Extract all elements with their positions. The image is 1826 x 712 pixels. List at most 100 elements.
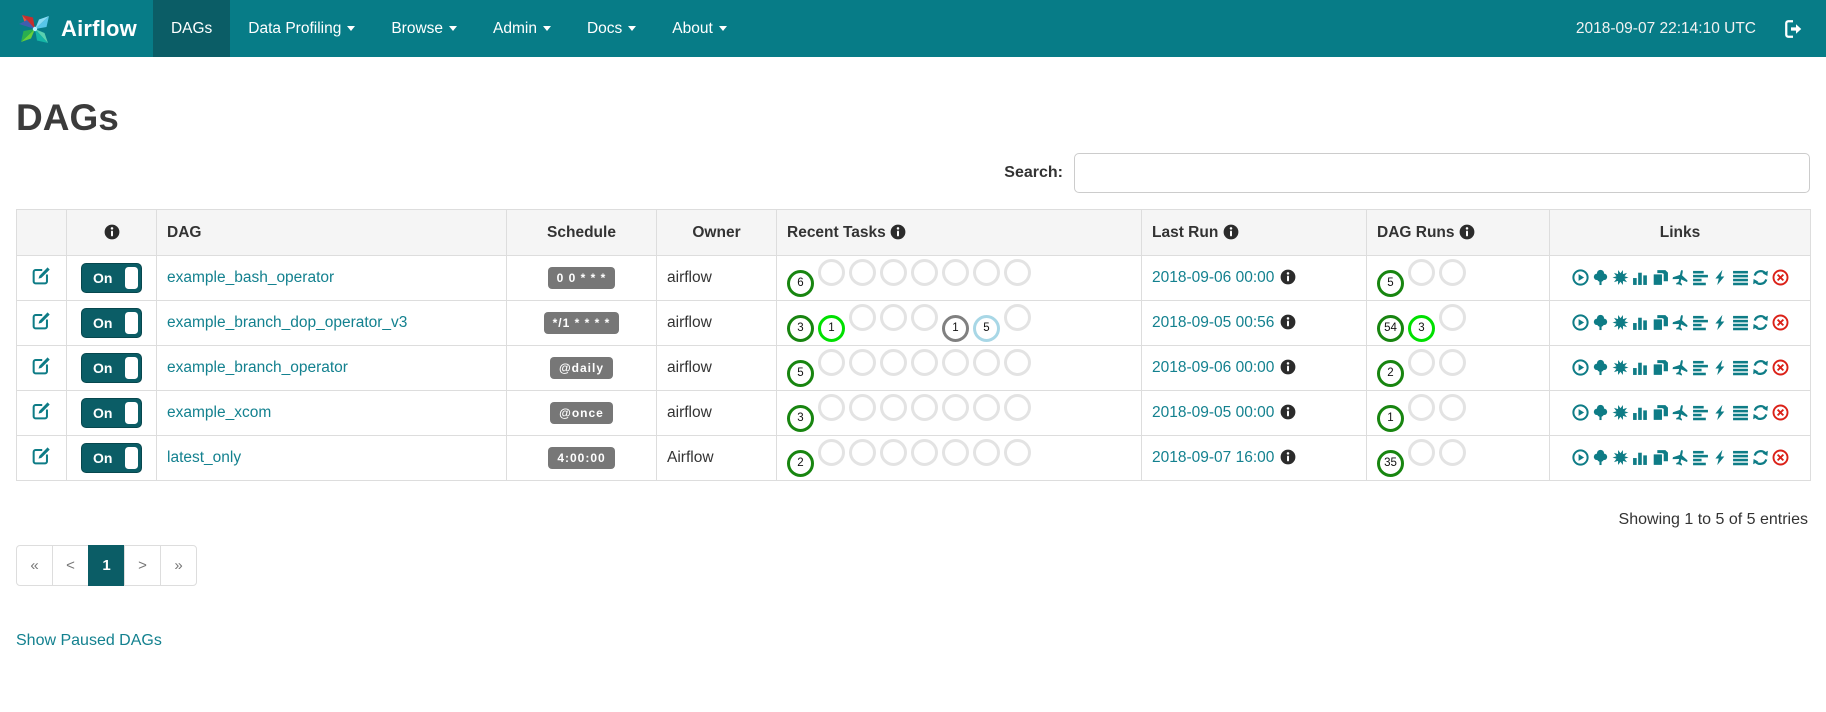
- task-state-circle[interactable]: [880, 259, 907, 287]
- search-input[interactable]: [1074, 153, 1810, 193]
- task-tries-icon[interactable]: [1652, 449, 1669, 466]
- task-state-circle[interactable]: [880, 439, 907, 467]
- graph-view-icon[interactable]: [1612, 449, 1629, 466]
- task-state-circle[interactable]: [1004, 259, 1031, 287]
- pagination-first[interactable]: «: [16, 545, 53, 586]
- dag-name-link[interactable]: example_bash_operator: [167, 269, 334, 286]
- task-tries-icon[interactable]: [1652, 359, 1669, 376]
- task-state-circle[interactable]: [911, 259, 938, 287]
- task-state-circle[interactable]: [911, 349, 938, 377]
- pagination-last[interactable]: »: [160, 545, 197, 586]
- dag-name-link[interactable]: example_xcom: [167, 404, 271, 421]
- graph-view-icon[interactable]: [1612, 269, 1629, 286]
- landing-times-icon[interactable]: [1672, 359, 1689, 376]
- landing-times-icon[interactable]: [1672, 449, 1689, 466]
- last-run-link[interactable]: 2018-09-05 00:00: [1152, 404, 1274, 421]
- task-state-circle[interactable]: [1004, 439, 1031, 467]
- dag-details-icon[interactable]: [1732, 449, 1749, 466]
- task-state-circle[interactable]: 1: [1377, 404, 1404, 432]
- task-state-circle[interactable]: [1439, 259, 1466, 287]
- info-icon[interactable]: [1280, 269, 1296, 285]
- delete-dag-icon[interactable]: [1772, 404, 1789, 421]
- task-state-circle[interactable]: [973, 349, 1000, 377]
- task-state-circle[interactable]: 2: [787, 449, 814, 477]
- task-state-circle[interactable]: [880, 394, 907, 422]
- delete-dag-icon[interactable]: [1772, 449, 1789, 466]
- dag-details-icon[interactable]: [1732, 359, 1749, 376]
- gantt-view-icon[interactable]: [1692, 449, 1709, 466]
- schedule-badge[interactable]: */1 * * * *: [543, 312, 620, 334]
- delete-dag-icon[interactable]: [1772, 314, 1789, 331]
- refresh-icon[interactable]: [1752, 404, 1769, 421]
- info-icon[interactable]: [1459, 224, 1475, 240]
- last-run-link[interactable]: 2018-09-07 16:00: [1152, 449, 1274, 466]
- gantt-view-icon[interactable]: [1692, 314, 1709, 331]
- task-state-circle[interactable]: [880, 304, 907, 332]
- task-state-circle[interactable]: [1408, 439, 1435, 467]
- trigger-dag-icon[interactable]: [1572, 314, 1589, 331]
- pagination-prev[interactable]: <: [52, 545, 89, 586]
- delete-dag-icon[interactable]: [1772, 269, 1789, 286]
- task-state-circle[interactable]: [911, 304, 938, 332]
- task-state-circle[interactable]: [1004, 304, 1031, 332]
- task-tries-icon[interactable]: [1652, 404, 1669, 421]
- code-view-icon[interactable]: [1712, 359, 1729, 376]
- refresh-icon[interactable]: [1752, 314, 1769, 331]
- tree-view-icon[interactable]: [1592, 404, 1609, 421]
- tree-view-icon[interactable]: [1592, 314, 1609, 331]
- dag-on-off-toggle[interactable]: On: [81, 398, 142, 428]
- gantt-view-icon[interactable]: [1692, 269, 1709, 286]
- edit-dag-icon[interactable]: [32, 266, 51, 285]
- task-state-circle[interactable]: [1408, 394, 1435, 422]
- task-state-circle[interactable]: [911, 394, 938, 422]
- task-state-circle[interactable]: [849, 304, 876, 332]
- task-state-circle[interactable]: 1: [942, 314, 969, 342]
- code-view-icon[interactable]: [1712, 314, 1729, 331]
- show-paused-dags-link[interactable]: Show Paused DAGs: [16, 632, 162, 650]
- task-state-circle[interactable]: [818, 439, 845, 467]
- edit-dag-icon[interactable]: [32, 356, 51, 375]
- gantt-view-icon[interactable]: [1692, 359, 1709, 376]
- task-state-circle[interactable]: [1439, 349, 1466, 377]
- info-icon[interactable]: [1280, 359, 1296, 375]
- edit-dag-icon[interactable]: [32, 311, 51, 330]
- schedule-badge[interactable]: @once: [550, 402, 613, 424]
- dag-name-link[interactable]: latest_only: [167, 449, 241, 466]
- task-duration-icon[interactable]: [1632, 449, 1649, 466]
- task-state-circle[interactable]: [1004, 349, 1031, 377]
- landing-times-icon[interactable]: [1672, 404, 1689, 421]
- nav-item-admin[interactable]: Admin: [475, 0, 569, 57]
- task-duration-icon[interactable]: [1632, 314, 1649, 331]
- task-state-circle[interactable]: [1439, 439, 1466, 467]
- task-duration-icon[interactable]: [1632, 404, 1649, 421]
- task-state-circle[interactable]: [1408, 259, 1435, 287]
- landing-times-icon[interactable]: [1672, 269, 1689, 286]
- task-state-circle[interactable]: [973, 439, 1000, 467]
- edit-dag-icon[interactable]: [32, 446, 51, 465]
- task-state-circle[interactable]: [1408, 349, 1435, 377]
- task-state-circle[interactable]: 5: [973, 314, 1000, 342]
- refresh-icon[interactable]: [1752, 359, 1769, 376]
- nav-item-browse[interactable]: Browse: [373, 0, 475, 57]
- task-state-circle[interactable]: [1004, 394, 1031, 422]
- trigger-dag-icon[interactable]: [1572, 269, 1589, 286]
- task-state-circle[interactable]: [818, 349, 845, 377]
- task-duration-icon[interactable]: [1632, 359, 1649, 376]
- task-state-circle[interactable]: 5: [787, 359, 814, 387]
- airflow-brand[interactable]: Airflow: [0, 0, 153, 57]
- schedule-badge[interactable]: 0 0 * * *: [547, 267, 616, 289]
- tree-view-icon[interactable]: [1592, 269, 1609, 286]
- last-run-link[interactable]: 2018-09-05 00:56: [1152, 314, 1274, 331]
- refresh-icon[interactable]: [1752, 449, 1769, 466]
- trigger-dag-icon[interactable]: [1572, 359, 1589, 376]
- graph-view-icon[interactable]: [1612, 404, 1629, 421]
- last-run-link[interactable]: 2018-09-06 00:00: [1152, 269, 1274, 286]
- task-state-circle[interactable]: [849, 259, 876, 287]
- task-state-circle[interactable]: [973, 259, 1000, 287]
- info-icon[interactable]: [1223, 224, 1239, 240]
- task-state-circle[interactable]: [942, 439, 969, 467]
- schedule-badge[interactable]: @daily: [549, 357, 614, 379]
- task-state-circle[interactable]: [849, 349, 876, 377]
- info-icon[interactable]: [890, 224, 906, 240]
- graph-view-icon[interactable]: [1612, 314, 1629, 331]
